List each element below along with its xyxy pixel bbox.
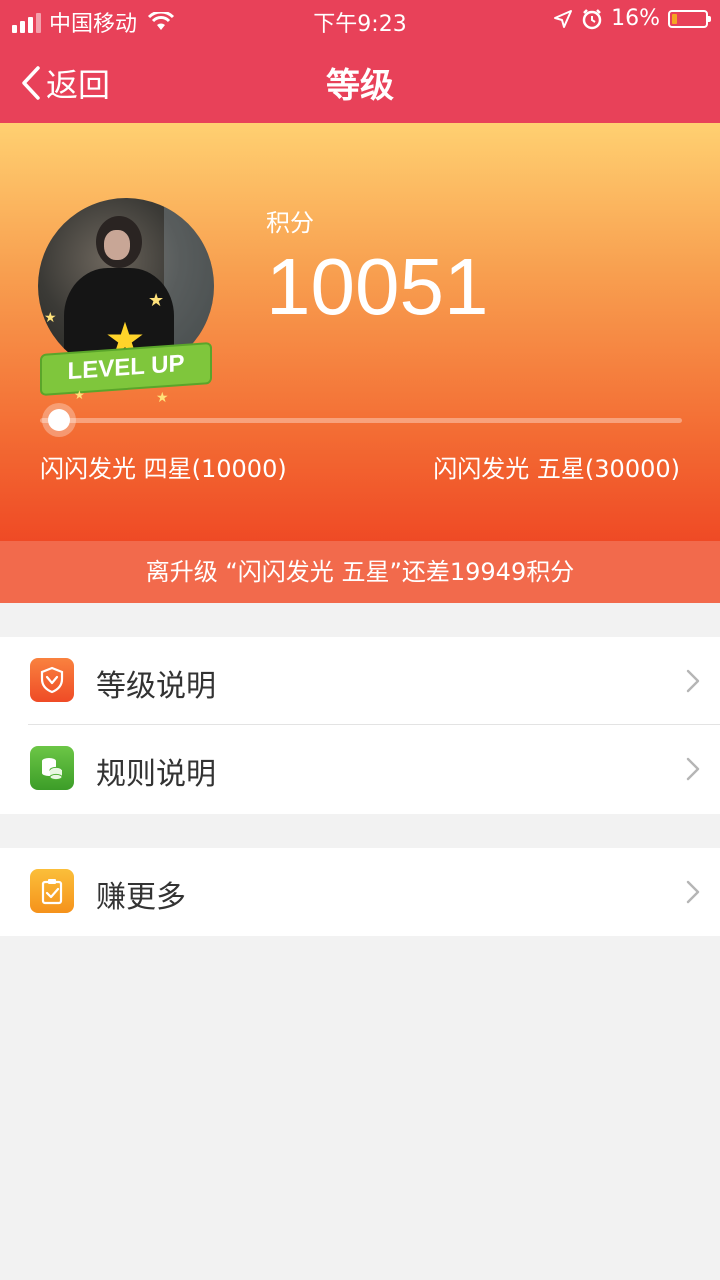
chevron-right-icon	[686, 669, 700, 693]
sparkle-icon: ★	[44, 310, 57, 326]
score-label: 积分	[266, 209, 314, 237]
level-info-row[interactable]: 等级说明	[0, 637, 720, 725]
rules-info-row[interactable]: 规则说明	[0, 725, 720, 813]
avatar-badge: ★ ★ ★ LEVEL UP ★ ★	[36, 198, 216, 408]
nav-bar: 返回 等级	[0, 40, 720, 123]
battery-percent: 16%	[611, 6, 660, 31]
clipboard-check-icon	[30, 869, 74, 913]
sparkle-icon: ★	[156, 390, 169, 406]
current-level-label: 闪闪发光 四星(10000)	[40, 455, 287, 483]
upgrade-tip: 离升级 “闪闪发光 五星”还差19949积分	[0, 541, 720, 603]
location-arrow-icon	[554, 9, 573, 28]
earn-more-label: 赚更多	[96, 880, 186, 915]
status-bar: 中国移动 下午9:23 16%	[0, 0, 720, 40]
level-hero: ★ ★ ★ LEVEL UP ★ ★ 积分 10051 闪闪发光 四星(1000…	[0, 123, 720, 541]
sparkle-icon: ★	[148, 290, 165, 311]
page-title: 等级	[326, 66, 394, 106]
level-progress-knob	[48, 409, 70, 431]
level-progress-track	[40, 418, 682, 423]
chevron-right-icon	[686, 880, 700, 904]
shield-icon	[30, 658, 74, 702]
sparkle-icon: ★	[74, 388, 85, 402]
earn-more-row[interactable]: 赚更多	[0, 848, 720, 936]
alarm-icon	[582, 8, 602, 29]
next-level-label: 闪闪发光 五星(30000)	[433, 455, 680, 483]
level-info-label: 等级说明	[96, 669, 216, 704]
menu-group: 赚更多	[0, 848, 720, 936]
score-value: 10051	[266, 242, 489, 331]
battery-icon	[668, 9, 711, 28]
chevron-right-icon	[686, 757, 700, 781]
rules-info-label: 规则说明	[96, 757, 216, 792]
coins-icon	[30, 746, 74, 790]
menu-group: 等级说明 规则说明	[0, 637, 720, 814]
